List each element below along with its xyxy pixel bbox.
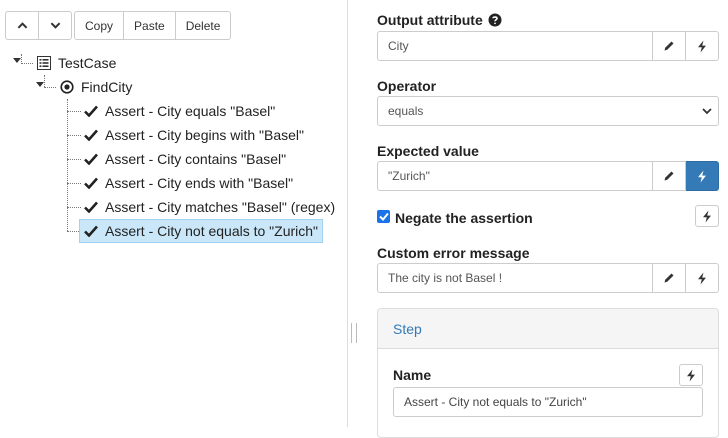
tree-node-label: Assert - City begins with "Basel" <box>105 127 305 143</box>
output-attribute-dynamic-button[interactable] <box>686 31 719 61</box>
tree-node-findcity[interactable]: FindCity <box>59 76 132 98</box>
tree-connector <box>44 87 56 88</box>
tree-connector <box>67 183 81 184</box>
custom-error-group: The city is not Basel ! <box>377 263 719 293</box>
check-icon <box>83 175 99 191</box>
tree-pane: Copy Paste Delete TestCase FindCity Asse… <box>0 0 347 427</box>
pane-divider <box>347 0 348 427</box>
check-icon <box>83 223 99 239</box>
chevron-down-icon <box>702 108 712 115</box>
pencil-icon <box>664 171 674 181</box>
tree-node-label: Assert - City matches "Basel" (regex) <box>105 199 336 215</box>
tree-connector <box>67 231 79 232</box>
custom-error-dynamic-button[interactable] <box>686 263 719 293</box>
output-attribute-edit-button[interactable] <box>653 31 686 61</box>
tree-node-assert-selected[interactable]: Assert - City not equals to "Zurich" <box>79 219 324 243</box>
collapse-toggle[interactable] <box>13 58 21 63</box>
tree-node-assert[interactable]: Assert - City ends with "Basel" <box>83 172 293 194</box>
expected-value-edit-button[interactable] <box>653 161 686 191</box>
tree-connector <box>21 63 33 64</box>
negate-label[interactable]: Negate the assertion <box>395 210 533 226</box>
bolt-icon <box>698 170 706 182</box>
step-name-label: Name <box>393 367 432 383</box>
collapse-toggle[interactable] <box>36 82 44 87</box>
output-attribute-group: City <box>377 31 719 61</box>
tree-node-label: Assert - City ends with "Basel" <box>105 175 294 191</box>
output-attribute-label: Output attribute <box>377 12 502 28</box>
tree-node-assert[interactable]: Assert - City contains "Basel" <box>83 148 286 170</box>
check-icon <box>83 103 99 119</box>
operator-selected-value: equals <box>388 104 424 118</box>
dot-circle-icon <box>59 79 75 95</box>
output-attribute-label-text: Output attribute <box>377 12 483 28</box>
pencil-icon <box>664 41 674 51</box>
custom-error-input[interactable]: The city is not Basel ! <box>377 263 653 293</box>
tree-node-assert[interactable]: Assert - City equals "Basel" <box>83 100 275 122</box>
tree-node-testcase[interactable]: TestCase <box>36 52 116 74</box>
checkmark-icon <box>378 212 389 221</box>
tree-connector <box>67 207 81 208</box>
tree-connector <box>67 99 68 231</box>
negate-dynamic-button[interactable] <box>695 205 719 227</box>
properties-pane: Output attribute City Operator equals Ex… <box>360 0 728 438</box>
bolt-icon <box>698 40 706 52</box>
step-name-input[interactable]: Assert - City not equals to "Zurich" <box>393 387 703 417</box>
bolt-icon <box>698 272 706 284</box>
expected-value-label: Expected value <box>377 143 479 159</box>
bolt-icon <box>687 369 695 381</box>
tree-node-label: Assert - City not equals to "Zurich" <box>105 223 319 239</box>
step-panel-heading[interactable]: Step <box>378 309 718 349</box>
check-icon <box>83 127 99 143</box>
tree-node-assert[interactable]: Assert - City begins with "Basel" <box>83 124 304 146</box>
tree-node-label: FindCity <box>81 79 133 95</box>
tree-connector <box>67 135 81 136</box>
tree-node-label: TestCase <box>58 55 117 71</box>
tree-node-label: Assert - City equals "Basel" <box>105 103 276 119</box>
output-attribute-input[interactable]: City <box>377 31 653 61</box>
custom-error-edit-button[interactable] <box>653 263 686 293</box>
table-list-icon <box>36 55 52 71</box>
bolt-icon <box>703 210 711 222</box>
expected-value-input[interactable]: "Zurich" <box>377 161 653 191</box>
splitter-handle[interactable] <box>351 323 357 343</box>
step-name-dynamic-button[interactable] <box>679 364 703 386</box>
expected-value-dynamic-button[interactable] <box>686 161 719 191</box>
check-icon <box>83 151 99 167</box>
question-circle-icon[interactable] <box>488 13 502 27</box>
custom-error-label: Custom error message <box>377 245 530 261</box>
pencil-icon <box>664 273 674 283</box>
tree-connector <box>67 111 81 112</box>
expected-value-group: "Zurich" <box>377 161 719 191</box>
operator-label: Operator <box>377 78 437 94</box>
operator-select[interactable]: equals <box>377 96 719 126</box>
tree-node-assert[interactable]: Assert - City matches "Basel" (regex) <box>83 196 335 218</box>
tree-node-label: Assert - City contains "Basel" <box>105 151 287 167</box>
check-icon <box>83 199 99 215</box>
negate-checkbox[interactable] <box>377 210 390 223</box>
test-tree: TestCase FindCity Assert - City equals "… <box>0 0 347 427</box>
tree-connector <box>44 75 45 87</box>
tree-connector <box>67 159 81 160</box>
